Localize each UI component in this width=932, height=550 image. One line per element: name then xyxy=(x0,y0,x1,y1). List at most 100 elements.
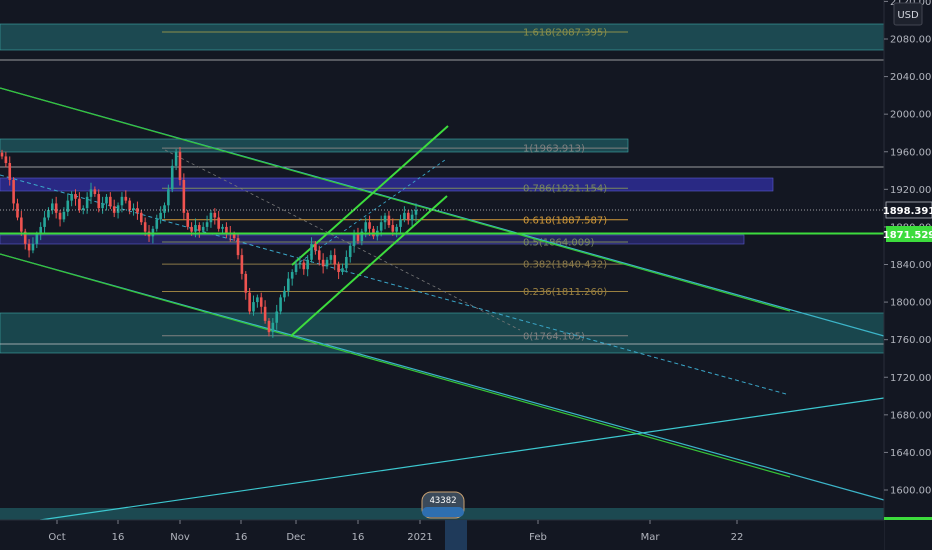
candle-body xyxy=(259,297,263,307)
zone-top xyxy=(0,23,885,51)
candle-body xyxy=(321,259,325,267)
price-tick-label: 1640.000 xyxy=(890,448,932,459)
candle-body xyxy=(201,226,205,231)
candle-body xyxy=(74,194,77,199)
candle-body xyxy=(256,297,259,303)
price-tick-label: 2080.000 xyxy=(890,35,932,46)
candle-body xyxy=(174,151,178,166)
candle-body xyxy=(267,320,271,333)
candle-body xyxy=(263,306,267,321)
candle-body xyxy=(0,152,4,157)
candle-body xyxy=(116,205,120,213)
time-tick-label: Oct xyxy=(48,532,65,543)
candle-body xyxy=(310,243,313,260)
candle-body xyxy=(186,212,190,227)
candle-body xyxy=(213,212,217,218)
candle-body xyxy=(58,212,62,220)
candle-body xyxy=(294,264,298,273)
candle-body xyxy=(8,163,12,180)
candle-body xyxy=(414,210,418,215)
candle-body xyxy=(399,219,402,227)
candle-body xyxy=(178,151,182,180)
candle-body xyxy=(298,262,302,265)
candle-body xyxy=(155,219,159,229)
fib-level-label: 1(1963.913) xyxy=(523,144,585,155)
candle-body xyxy=(128,200,131,211)
candle-body xyxy=(290,272,294,279)
candle-body xyxy=(283,290,286,298)
candle-body xyxy=(325,259,329,267)
chart-canvas[interactable]: 1.618(2087.395) 1(1963.913) 0.786(1921.154… xyxy=(0,0,932,550)
candle-body xyxy=(85,196,89,209)
candle-body xyxy=(143,222,147,232)
time-tick-label: 16 xyxy=(352,532,365,543)
price-tick-label: 1720.000 xyxy=(890,373,932,384)
candle-body xyxy=(12,179,15,204)
time-axis[interactable] xyxy=(0,520,884,550)
zone-support xyxy=(0,312,885,354)
candle-body xyxy=(302,262,306,270)
fib-level-label: 0.618(1887.587) xyxy=(523,215,607,226)
candle-body xyxy=(406,212,410,221)
candle-body xyxy=(105,196,108,204)
time-tick-label: Dec xyxy=(286,532,305,543)
fib-level-label: 0.382(1840.432) xyxy=(523,260,607,271)
time-tick-label: 2021 xyxy=(407,532,432,543)
fib-level-label: 1.618(2087.395) xyxy=(523,28,607,39)
candle-body xyxy=(93,189,97,195)
candle-body xyxy=(54,203,58,213)
price-tick-label: 1840.000 xyxy=(890,260,932,271)
candle-body xyxy=(348,245,352,257)
fib-level-label: 0.786(1921.154) xyxy=(523,184,607,195)
candle-body xyxy=(198,225,201,231)
price-tick-label: 1920.000 xyxy=(890,185,932,196)
zoom-badge[interactable]: 43382 xyxy=(421,491,465,519)
candle-body xyxy=(124,196,128,201)
currency-label: USD xyxy=(897,10,919,21)
candle-body xyxy=(47,210,50,218)
candle-body xyxy=(391,225,395,232)
time-tick-label: 16 xyxy=(112,532,125,543)
fib-level-label: 0(1764.105) xyxy=(523,331,585,342)
price-tick-label: 2040.000 xyxy=(890,72,932,83)
time-tick-label: Mar xyxy=(641,532,661,543)
candle-body xyxy=(410,214,414,221)
candle-body xyxy=(50,203,54,211)
candle-body xyxy=(62,211,66,220)
candle-body xyxy=(225,226,228,233)
last-price-text: 1898.391 xyxy=(883,206,932,217)
candle-body xyxy=(16,203,19,218)
key-level-text: 1871.529 xyxy=(883,230,932,241)
candle-body xyxy=(395,226,398,232)
candle-body xyxy=(287,278,290,291)
candle-body xyxy=(403,212,406,220)
time-tick-label: 16 xyxy=(235,532,248,543)
candle-body xyxy=(217,217,220,229)
candle-body xyxy=(244,273,248,293)
candle-body xyxy=(383,215,387,223)
price-tick-label: 2000.000 xyxy=(890,110,932,121)
price-tick-label: 1960.000 xyxy=(890,147,932,158)
candle-body xyxy=(182,179,186,213)
candle-body xyxy=(101,203,104,209)
price-tick-label: 1680.000 xyxy=(890,410,932,421)
candle-body xyxy=(97,194,101,209)
zone-purple-lower xyxy=(0,234,745,245)
candle-body xyxy=(364,222,368,232)
candle-body xyxy=(275,311,279,323)
candle-body xyxy=(387,215,391,226)
candle-body xyxy=(337,264,340,273)
candle-body xyxy=(379,222,383,231)
candle-body xyxy=(89,189,93,197)
candle-body xyxy=(352,234,356,246)
candle-body xyxy=(221,226,224,229)
candle-body xyxy=(236,238,240,256)
candle-body xyxy=(190,226,193,232)
candle-body xyxy=(205,222,209,227)
time-tick-label: Feb xyxy=(529,532,547,543)
fib-level-label: 0.236(1811.260) xyxy=(523,287,607,298)
candle-body xyxy=(120,196,124,206)
candle-body xyxy=(70,194,73,201)
price-tick-label: 1800.000 xyxy=(890,298,932,309)
zoom-badge-text: 43382 xyxy=(429,496,456,506)
